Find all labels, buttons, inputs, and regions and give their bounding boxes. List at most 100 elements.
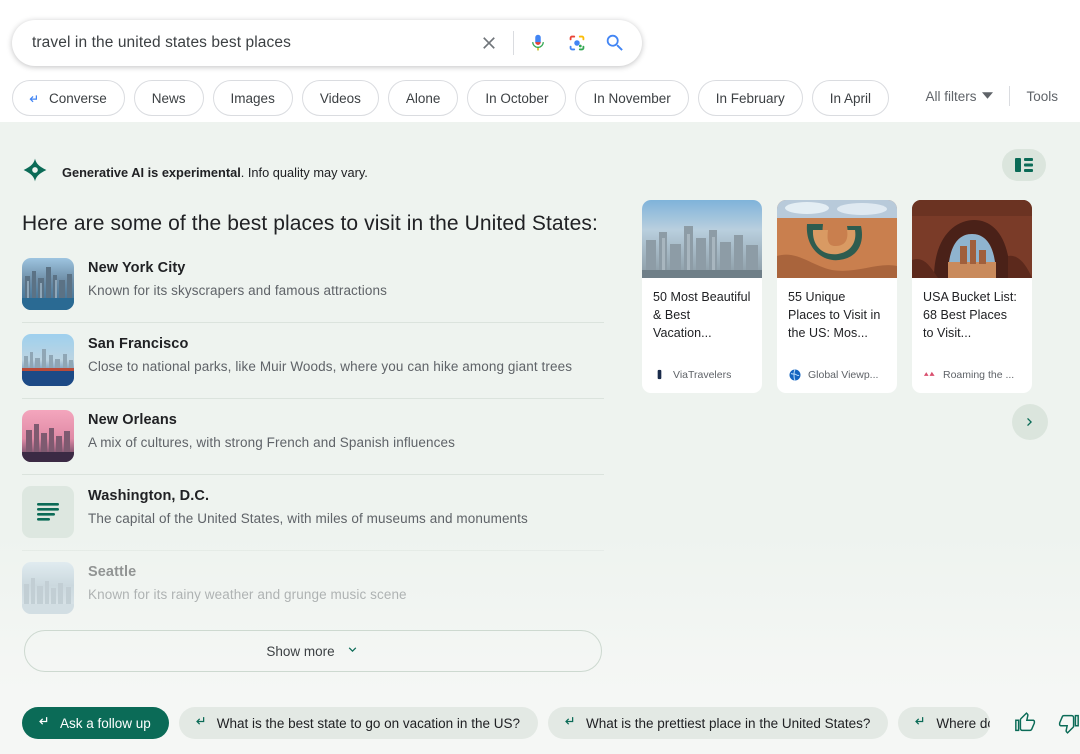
- feedback-buttons: [1014, 712, 1080, 734]
- close-icon[interactable]: [475, 29, 503, 57]
- list-item[interactable]: Seattle Known for its rainy weather and …: [22, 550, 604, 626]
- place-description: Known for its rainy weather and grunge m…: [88, 587, 407, 602]
- roaming-the-usa-favicon: [923, 368, 936, 381]
- chevron-down-icon: [345, 642, 360, 660]
- seattle-skyline-thumbnail: [22, 562, 74, 614]
- followup-arrow-icon: [562, 714, 577, 732]
- source-card-attribution: Roaming the ...: [912, 368, 1032, 393]
- list-item-body: San Francisco Close to national parks, l…: [88, 334, 572, 374]
- microphone-icon[interactable]: [524, 29, 552, 57]
- source-card-title: 55 Unique Places to Visit in the US: Mos…: [788, 290, 881, 340]
- source-card[interactable]: USA Bucket List: 68 Best Places to Visit…: [912, 200, 1032, 393]
- filter-chip-in-february[interactable]: In February: [697, 80, 803, 116]
- viatravelers-favicon: [653, 368, 666, 381]
- sparkle-icon: [22, 157, 48, 188]
- list-item[interactable]: New Orleans A mix of cultures, with stro…: [22, 398, 604, 474]
- place-description: Known for its skyscrapers and famous att…: [88, 283, 387, 298]
- filter-chip-label: Converse: [49, 90, 107, 106]
- place-list: New York City Known for its skyscrapers …: [22, 247, 604, 626]
- san-francisco-bay-thumbnail: [22, 334, 74, 386]
- filter-chip-images[interactable]: Images: [212, 80, 293, 116]
- converse-arrow-icon: [27, 91, 42, 106]
- followup-suggestion-label: Where do: [936, 715, 991, 731]
- tools-button[interactable]: Tools: [1026, 89, 1058, 104]
- source-card-attribution: Global Viewp...: [777, 368, 897, 393]
- filter-chip-in-november[interactable]: In November: [575, 80, 689, 116]
- ai-disclaimer-text: Generative AI is experimental. Info qual…: [62, 165, 368, 180]
- filter-chip-converse[interactable]: Converse: [12, 80, 125, 116]
- followup-arrow-icon: [36, 714, 51, 732]
- search-box[interactable]: travel in the united states best places: [12, 20, 642, 66]
- google-lens-icon[interactable]: [564, 30, 590, 56]
- list-item[interactable]: San Francisco Close to national parks, l…: [22, 322, 604, 398]
- place-description: A mix of cultures, with strong French an…: [88, 435, 455, 450]
- source-card-attribution: ViaTravelers: [642, 368, 762, 393]
- filter-chip-label: News: [151, 90, 186, 106]
- ai-answer-panel: Generative AI is experimental. Info qual…: [0, 122, 1080, 692]
- all-filters-label: All filters: [925, 88, 977, 104]
- search-icon[interactable]: [602, 30, 628, 56]
- place-name: New Orleans: [88, 412, 177, 428]
- followup-suggestion-3[interactable]: Where do: [898, 707, 991, 739]
- arches-national-park-image: [912, 200, 1032, 278]
- chevron-right-icon[interactable]: [1012, 404, 1048, 440]
- search-divider: [513, 31, 514, 55]
- filters-toolbar: All filters Tools: [925, 86, 1058, 106]
- all-filters-button[interactable]: All filters: [925, 88, 994, 104]
- chicago-aerial-skyline-image: [642, 200, 762, 278]
- search-input[interactable]: travel in the united states best places: [32, 34, 475, 52]
- list-item[interactable]: Washington, D.C. The capital of the Unit…: [22, 474, 604, 550]
- followup-suggestion-label: What is the prettiest place in the Unite…: [585, 715, 871, 731]
- list-item-body: Seattle Known for its rainy weather and …: [88, 562, 407, 602]
- filter-chip-label: Videos: [319, 90, 361, 106]
- place-name: New York City: [88, 260, 186, 276]
- followup-bar: Ask a follow up What is the best state t…: [0, 692, 1080, 754]
- source-card-name: ViaTravelers: [673, 368, 732, 381]
- followup-suggestion-2[interactable]: What is the prettiest place in the Unite…: [547, 707, 889, 739]
- filter-chip-news[interactable]: News: [133, 80, 204, 116]
- show-more-label: Show more: [266, 643, 335, 659]
- list-item-body: New York City Known for its skyscrapers …: [88, 258, 387, 298]
- filter-chip-label: Alone: [405, 90, 441, 106]
- toolbar-divider: [1009, 86, 1011, 106]
- ai-disclaimer: Generative AI is experimental. Info qual…: [22, 157, 368, 188]
- place-name: Washington, D.C.: [88, 488, 210, 504]
- source-card-title: USA Bucket List: 68 Best Places to Visit…: [923, 290, 1017, 340]
- place-description: The capital of the United States, with m…: [88, 511, 528, 526]
- filter-chip-label: Images: [230, 90, 275, 106]
- list-item-body: Washington, D.C. The capital of the Unit…: [88, 486, 528, 526]
- ai-answer-heading: Here are some of the best places to visi…: [22, 212, 598, 235]
- followup-arrow-icon: [193, 714, 208, 732]
- place-description: Close to national parks, like Muir Woods…: [88, 359, 573, 374]
- show-more-button[interactable]: Show more: [24, 630, 602, 672]
- horseshoe-bend-canyon-image: [777, 200, 897, 278]
- source-card-name: Roaming the ...: [943, 368, 1015, 381]
- thumbs-up-icon[interactable]: [1014, 712, 1036, 734]
- filter-chip-label: In April: [829, 90, 872, 106]
- text-lines-placeholder-icon: [22, 486, 74, 538]
- followup-suggestion-1[interactable]: What is the best state to go on vacation…: [178, 707, 538, 739]
- nyc-skyline-thumbnail: [22, 258, 74, 310]
- global-viewpoint-globe-favicon: [788, 368, 801, 381]
- source-card-name: Global Viewp...: [808, 368, 879, 381]
- filter-chip-label: In November: [593, 90, 671, 106]
- list-item[interactable]: New York City Known for its skyscrapers …: [22, 247, 604, 322]
- ask-followup-button[interactable]: Ask a follow up: [22, 707, 169, 739]
- source-card-title: 50 Most Beautiful & Best Vacation...: [653, 290, 751, 340]
- thumbs-down-icon[interactable]: [1058, 712, 1080, 734]
- list-item-body: New Orleans A mix of cultures, with stro…: [88, 410, 455, 450]
- filter-chip-in-october[interactable]: In October: [467, 80, 567, 116]
- filter-chip-videos[interactable]: Videos: [301, 80, 379, 116]
- filter-chip-in-april[interactable]: In April: [811, 80, 890, 116]
- source-card[interactable]: 50 Most Beautiful & Best Vacation... Via…: [642, 200, 762, 393]
- source-card[interactable]: 55 Unique Places to Visit in the US: Mos…: [777, 200, 897, 393]
- filter-chip-label: In October: [485, 90, 549, 106]
- ai-disclaimer-rest: . Info quality may vary.: [240, 165, 368, 180]
- place-name: Seattle: [88, 564, 137, 580]
- filter-chip-alone[interactable]: Alone: [387, 80, 459, 116]
- search-header: travel in the united states best places: [0, 0, 1080, 122]
- source-cards: 50 Most Beautiful & Best Vacation... Via…: [642, 200, 1032, 393]
- filter-chip-label: In February: [715, 90, 785, 106]
- followup-arrow-icon: [912, 714, 927, 732]
- layout-toggle-icon[interactable]: [1002, 149, 1046, 181]
